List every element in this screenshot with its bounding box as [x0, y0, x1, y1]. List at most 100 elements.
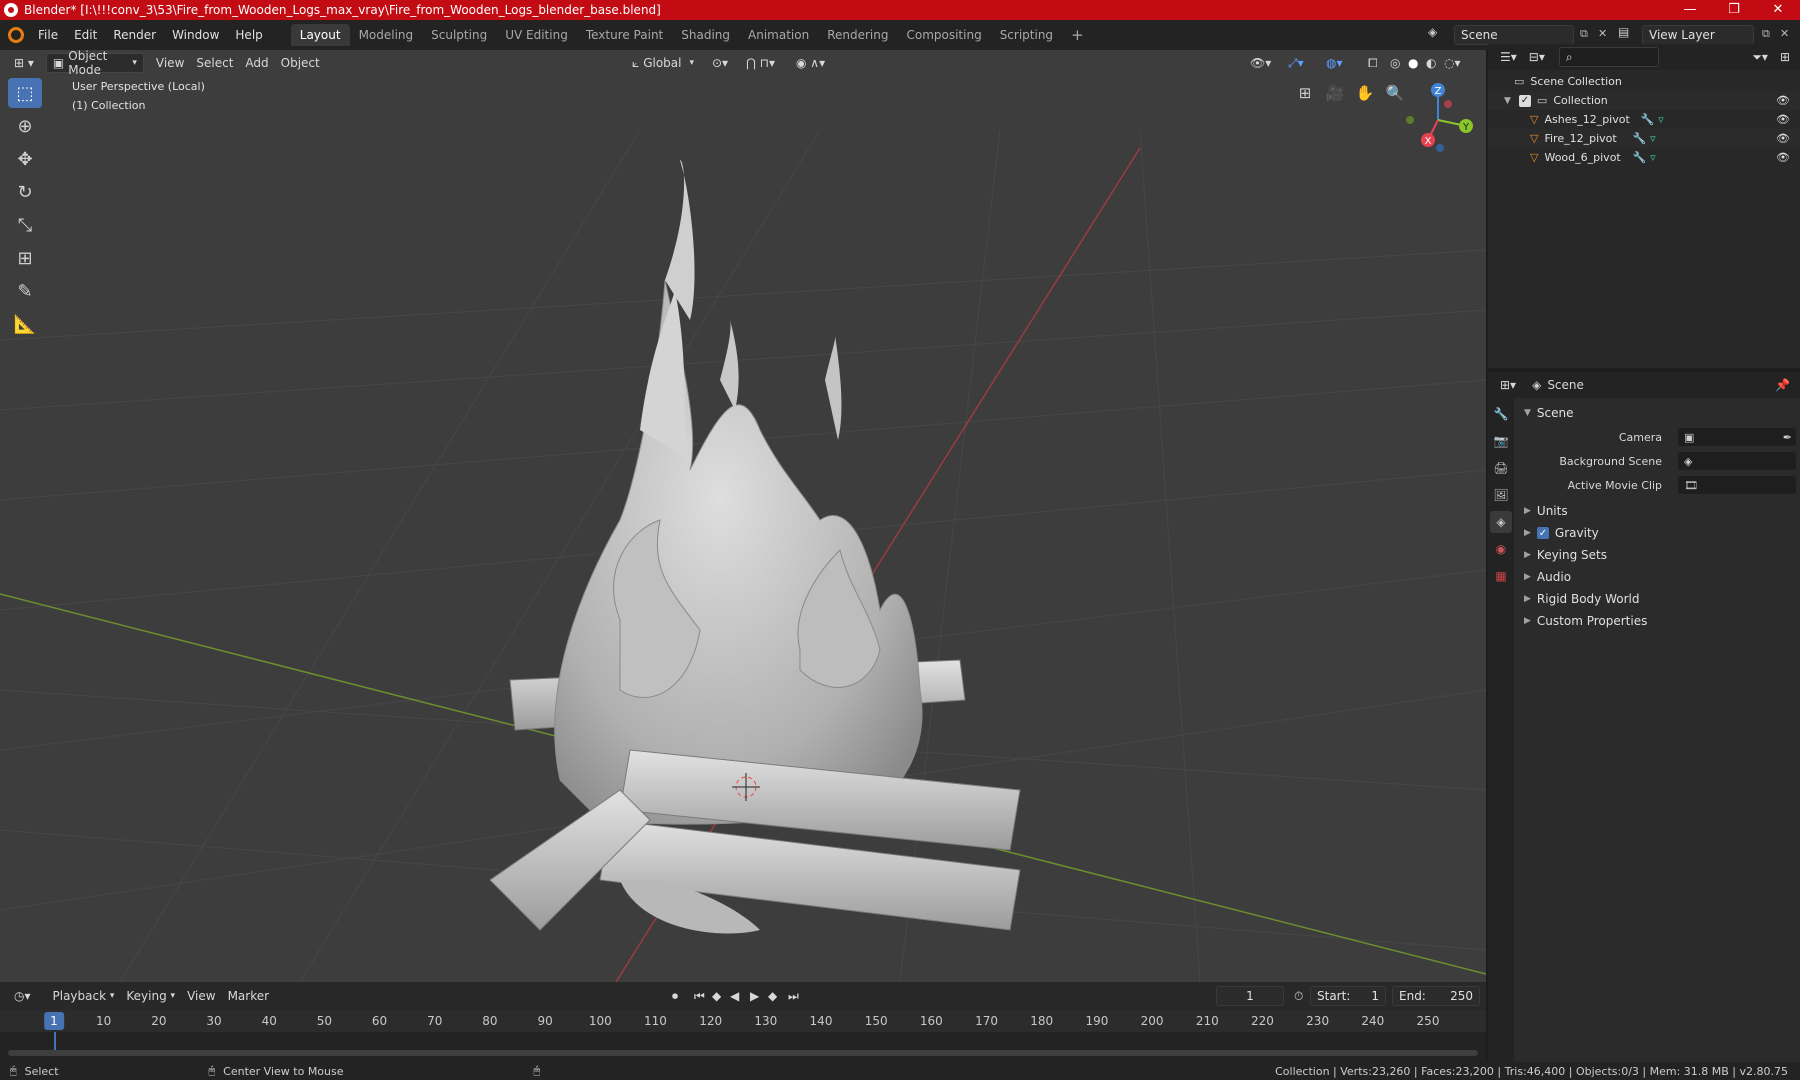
remove-scene-icon[interactable]: ✕	[1598, 27, 1607, 40]
display-mode-icon[interactable]: ⊟▾	[1523, 47, 1551, 67]
play-reverse-icon[interactable]: ◀	[724, 986, 745, 1006]
eye-icon[interactable]: 👁	[1776, 113, 1790, 126]
mesh-data-icon[interactable]: ▿	[1650, 132, 1656, 145]
active-movie-clip-field[interactable]: 🎞	[1678, 476, 1796, 494]
gravity-panel[interactable]: ▶ ✓ Gravity	[1514, 522, 1800, 544]
transform-tool-icon[interactable]: ⊞	[8, 243, 42, 273]
menu-marker[interactable]: Marker	[222, 986, 275, 1006]
outliner-search-input[interactable]: ⌕	[1558, 47, 1659, 67]
select-box-tool-icon[interactable]: ⬚	[8, 78, 42, 108]
proportional-editing-icon[interactable]: ◉ ∧▾	[790, 53, 831, 73]
menu-add[interactable]: Add	[239, 53, 274, 73]
scale-tool-icon[interactable]: ⤡	[8, 210, 42, 240]
tab-compositing[interactable]: Compositing	[897, 24, 990, 46]
close-button[interactable]: ✕	[1756, 0, 1800, 20]
start-frame-field[interactable]: Start: 1	[1310, 986, 1386, 1006]
rendered-shading-icon[interactable]: ◌▾	[1438, 53, 1467, 73]
snap-icon[interactable]: ⋂ ⊓▾	[740, 53, 781, 73]
overlays-toggle-icon[interactable]: ◍▾	[1320, 53, 1349, 73]
outliner-row-object[interactable]: ▽ Wood_6_pivot 🔧 ▿ 👁	[1488, 148, 1800, 167]
modifier-wrench-icon[interactable]: 🔧	[1640, 113, 1654, 126]
menu-playback[interactable]: Playback ▾	[47, 986, 121, 1006]
outliner-editor-type-icon[interactable]: ☰▾	[1494, 47, 1523, 67]
pivot-point-icon[interactable]: ⊙▾	[706, 53, 734, 73]
eye-icon[interactable]: 👁	[1776, 132, 1790, 145]
audio-panel[interactable]: ▶ Audio	[1514, 566, 1800, 588]
tab-sculpting[interactable]: Sculpting	[422, 24, 496, 46]
outliner-row-scene-collection[interactable]: ▭ Scene Collection	[1488, 72, 1800, 91]
outliner-row-object[interactable]: ▽ Fire_12_pivot 🔧 ▿ 👁	[1488, 129, 1800, 148]
mesh-data-icon[interactable]: ▿	[1658, 113, 1664, 126]
blender-menu-icon[interactable]	[8, 27, 24, 43]
timeline-scrollbar[interactable]	[8, 1050, 1478, 1056]
expand-arrow-icon[interactable]: ▼	[1504, 96, 1511, 106]
menu-view[interactable]: View	[150, 53, 190, 73]
neg-y-handle[interactable]	[1406, 116, 1414, 124]
menu-object[interactable]: Object	[275, 53, 326, 73]
modifier-wrench-icon[interactable]: 🔧	[1632, 132, 1646, 145]
tab-texture-paint[interactable]: Texture Paint	[577, 24, 672, 46]
outliner-row-collection[interactable]: ▼ ✓ ▭ Collection 👁	[1488, 91, 1800, 110]
menu-help[interactable]: Help	[227, 28, 270, 42]
next-keyframe-icon[interactable]: ◆	[762, 986, 783, 1006]
filter-icon[interactable]: ⏷▾	[1746, 47, 1774, 67]
scene-panel-header[interactable]: ▼ Scene	[1514, 402, 1800, 424]
move-tool-icon[interactable]: ✥	[8, 144, 42, 174]
use-preview-range-icon[interactable]: ⏱	[1288, 986, 1309, 1006]
pin-icon[interactable]: 📌	[1775, 378, 1790, 392]
tab-shading[interactable]: Shading	[672, 24, 739, 46]
neg-x-handle[interactable]	[1444, 100, 1452, 108]
gravity-checkbox[interactable]: ✓	[1536, 527, 1549, 539]
jump-end-icon[interactable]: ⏭	[782, 986, 805, 1006]
properties-editor-type-icon[interactable]: ⊞▾	[1494, 375, 1522, 395]
output-tab-icon[interactable]: 🖨	[1490, 457, 1512, 479]
measure-tool-icon[interactable]: 📐	[8, 309, 42, 339]
tab-layout[interactable]: Layout	[290, 24, 350, 46]
navigation-gizmo[interactable]: Z Y X	[1398, 78, 1478, 158]
render-tab-icon[interactable]: 📷	[1490, 430, 1512, 452]
add-workspace-button[interactable]: +	[1062, 22, 1093, 48]
view-layer-tab-icon[interactable]: 🖼	[1490, 484, 1512, 506]
modifier-wrench-icon[interactable]: 🔧	[1632, 151, 1646, 164]
timeline-ruler[interactable]: 1 10 20 30 40 50 60 70 80 90 100 110 120 130 140 150 16…	[0, 1010, 1486, 1032]
world-tab-icon[interactable]: ◉	[1490, 538, 1512, 560]
pan-hand-icon[interactable]: ✋	[1352, 80, 1378, 106]
menu-timeline-view[interactable]: View	[181, 986, 221, 1006]
editor-type-icon[interactable]: ⊞ ▾	[8, 53, 40, 73]
collection-checkbox[interactable]: ✓	[1518, 94, 1531, 107]
gizmo-toggle-icon[interactable]: ⤢▾	[1282, 53, 1310, 73]
menu-keying[interactable]: Keying ▾	[120, 986, 181, 1006]
view-layer-selector[interactable]: View Layer	[1642, 25, 1754, 45]
transform-orientation-dropdown[interactable]: ⟀ Global ▾	[626, 53, 700, 73]
timeline-editor-type-icon[interactable]: ◷▾	[8, 986, 37, 1006]
camera-field[interactable]: ▣ ✒	[1678, 428, 1796, 446]
mode-selector[interactable]: ▣ Object Mode ▾	[45, 50, 144, 77]
texture-tab-icon[interactable]: ▦	[1490, 565, 1512, 587]
cursor-tool-icon[interactable]: ⊕	[8, 111, 42, 141]
neg-z-handle[interactable]	[1436, 144, 1444, 152]
new-scene-icon[interactable]: ⧉	[1580, 27, 1588, 41]
record-button-icon[interactable]: ⏺	[666, 986, 684, 1006]
new-view-layer-icon[interactable]: ⧉	[1762, 27, 1770, 41]
custom-properties-panel[interactable]: ▶ Custom Properties	[1514, 610, 1800, 632]
3d-viewport[interactable]: ⊞ ▾ ▣ Object Mode ▾ View Select Add Obje…	[0, 50, 1486, 982]
new-collection-icon[interactable]: ⊞	[1774, 47, 1796, 67]
mesh-data-icon[interactable]: ▿	[1650, 151, 1656, 164]
keying-sets-panel[interactable]: ▶ Keying Sets	[1514, 544, 1800, 566]
annotate-tool-icon[interactable]: ✎	[8, 276, 42, 306]
visibility-icon[interactable]: 👁▾	[1244, 53, 1277, 73]
tab-uv-editing[interactable]: UV Editing	[496, 24, 577, 46]
remove-view-layer-icon[interactable]: ✕	[1780, 27, 1789, 40]
scene-tab-icon[interactable]: ◈	[1490, 511, 1512, 533]
menu-select[interactable]: Select	[190, 53, 239, 73]
camera-view-icon[interactable]: 🎥	[1322, 80, 1348, 106]
rotate-tool-icon[interactable]: ↻	[8, 177, 42, 207]
grid-ortho-icon[interactable]: ⊞	[1292, 80, 1318, 106]
eye-icon[interactable]: 👁	[1776, 151, 1790, 164]
current-frame-field[interactable]: 1	[1216, 986, 1284, 1006]
minimize-button[interactable]: —	[1668, 0, 1712, 20]
tab-rendering[interactable]: Rendering	[818, 24, 897, 46]
eye-icon[interactable]: 👁	[1776, 94, 1790, 107]
units-panel[interactable]: ▶ Units	[1514, 500, 1800, 522]
background-scene-field[interactable]: ◈	[1678, 452, 1796, 470]
